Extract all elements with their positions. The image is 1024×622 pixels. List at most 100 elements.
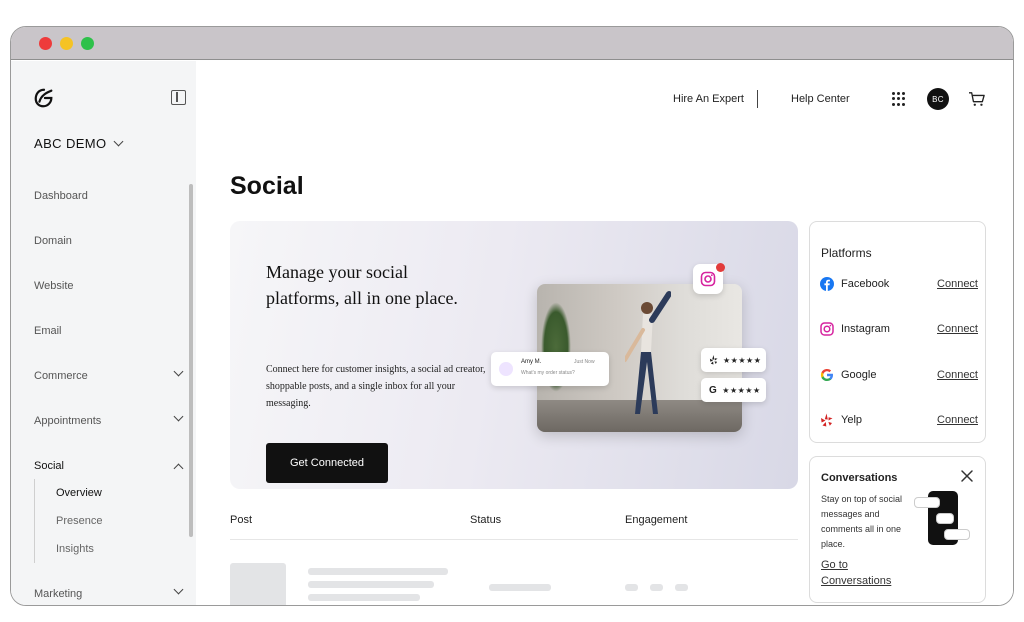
chevron-down-icon [173,584,184,595]
skeleton-line [308,581,434,588]
connect-yelp-link[interactable]: Connect [937,414,978,426]
sidebar-subitem-overview[interactable]: Overview [56,487,102,499]
chevron-up-icon [173,463,184,474]
sidebar-item-email[interactable]: Email [34,325,184,337]
chat-bubble-decoration [914,497,940,508]
minimize-window-button[interactable] [60,37,73,50]
platform-name: Instagram [841,323,890,335]
sidebar-scrollbar[interactable] [189,184,193,537]
yelp-icon [821,413,833,427]
sidebar-item-label: Dashboard [34,190,88,202]
brand-logo-icon[interactable] [33,87,55,109]
connect-facebook-link[interactable]: Connect [937,278,978,290]
platforms-card: Platforms Facebook Connect Instagram Con… [809,221,986,443]
browser-window: ABC DEMO Dashboard Domain Website Email … [10,26,1014,606]
message-preview-card: Amy M. Just Now What's my order status? [491,352,609,386]
sidebar-item-website[interactable]: Website [34,280,184,292]
sidebar-item-appointments[interactable]: Appointments [34,411,184,427]
chevron-down-icon [173,366,184,377]
notification-dot [716,263,725,272]
platforms-title: Platforms [821,246,872,260]
yelp-icon [709,355,718,365]
messenger-icon [499,362,513,376]
sidebar-item-label: Email [34,325,62,337]
message-sender: Amy M. [521,359,542,365]
table-divider [230,539,798,540]
connect-google-link[interactable]: Connect [937,369,978,381]
hire-expert-link[interactable]: Hire An Expert [673,93,744,105]
yelp-rating-card: ★★★★★ [701,348,766,372]
platform-row-facebook: Facebook Connect [820,277,978,293]
sidebar-item-label: Social [34,460,64,472]
connect-instagram-link[interactable]: Connect [937,323,978,335]
skeleton-line [650,584,663,591]
page-title: Social [230,172,304,200]
top-navigation: Hire An Expert Help Center BC [196,88,1013,110]
chevron-down-icon [113,136,123,147]
column-header-status[interactable]: Status [470,514,501,526]
hero-title: Manage your social platforms, all in one… [266,262,458,308]
conversations-description: Stay on top of social messages and comme… [821,494,903,549]
google-icon: G [709,384,718,396]
platform-row-google: Google Connect [820,368,978,384]
account-switcher[interactable]: ABC DEMO [34,136,123,151]
sidebar-subitem-label: Presence [56,515,103,527]
sidebar-item-social[interactable]: Social [34,460,184,474]
yoga-pose-illustration [625,291,671,414]
sidebar-subitem-label: Overview [56,487,102,499]
platform-row-yelp: Yelp Connect [820,413,978,429]
post-thumbnail-placeholder [230,563,286,605]
cart-icon[interactable] [968,91,986,107]
nav-divider [757,90,758,108]
platform-name: Google [841,369,877,381]
sidebar-item-label: Marketing [34,588,83,600]
close-icon[interactable] [960,469,974,483]
column-header-engagement[interactable]: Engagement [625,514,687,526]
app-root: ABC DEMO Dashboard Domain Website Email … [11,61,1013,605]
sidebar-item-label: Website [34,280,74,292]
maximize-window-button[interactable] [81,37,94,50]
sidebar-item-label: Domain [34,235,72,247]
instagram-icon [700,271,716,287]
get-connected-button[interactable]: Get Connected [266,443,388,483]
account-name: ABC DEMO [34,136,107,151]
sidebar-item-label: Appointments [34,415,102,427]
help-center-link[interactable]: Help Center [791,93,850,105]
instagram-icon [820,322,834,336]
chevron-down-icon [173,411,184,422]
skeleton-line [308,568,448,575]
hero-description: Connect here for customer insights, a so… [266,364,486,409]
facebook-icon [820,277,834,291]
message-time: Just Now [574,359,595,365]
platform-name: Yelp [841,414,863,426]
sidebar: ABC DEMO Dashboard Domain Website Email … [11,61,196,605]
apps-grid-icon[interactable] [892,92,906,106]
yelp-stars: ★★★★★ [723,355,762,365]
google-icon [820,369,833,381]
skeleton-line [625,584,638,591]
column-header-post[interactable]: Post [230,514,252,526]
sidebar-item-commerce[interactable]: Commerce [34,366,184,382]
main-content: Hire An Expert Help Center BC Social Man… [196,61,1013,605]
hero-banner: Manage your social platforms, all in one… [230,221,798,489]
skeleton-line [675,584,688,591]
platform-name: Facebook [841,278,890,290]
go-to-conversations-link[interactable]: Go to Conversations [821,557,901,589]
collapse-sidebar-icon[interactable] [171,90,186,105]
sidebar-item-marketing[interactable]: Marketing [34,584,184,600]
sidebar-item-domain[interactable]: Domain [34,235,184,247]
window-titlebar [11,27,1013,60]
chat-bubble-decoration [944,529,970,540]
sidebar-subitem-label: Insights [56,543,94,555]
social-subnav-rail [34,479,38,563]
skeleton-line [489,584,551,591]
conversations-title: Conversations [821,472,898,484]
google-rating-card: G ★★★★★ [701,378,766,402]
avatar[interactable]: BC [927,88,949,110]
platform-row-instagram: Instagram Connect [820,322,978,338]
sidebar-subitem-presence[interactable]: Presence [56,515,102,527]
sidebar-subitem-insights[interactable]: Insights [56,543,94,555]
conversations-card: Conversations Stay on top of social mess… [809,456,986,603]
sidebar-item-dashboard[interactable]: Dashboard [34,190,184,202]
close-window-button[interactable] [39,37,52,50]
